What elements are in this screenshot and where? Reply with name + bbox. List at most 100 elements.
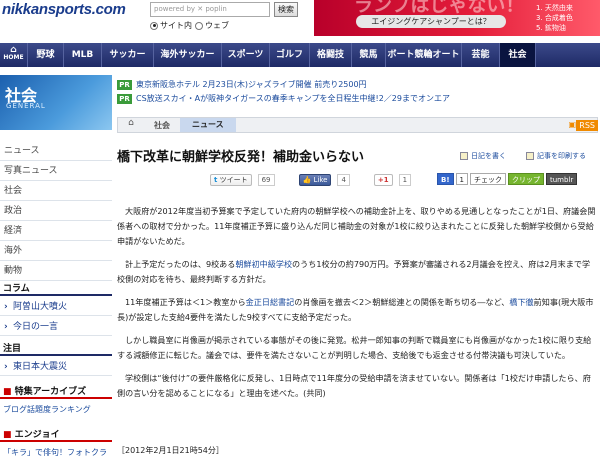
rss-button[interactable]: RSS xyxy=(576,120,598,131)
rss-icon[interactable]: ▣ xyxy=(568,120,576,129)
article-dateline: ［2012年2月1日21時54分］ xyxy=(117,446,224,455)
sidebar-link-asoyama[interactable]: 阿曽山大噴火 xyxy=(0,298,112,316)
breadcrumb-current: ニュース xyxy=(180,118,236,132)
plusone-count: 1 xyxy=(398,174,412,186)
sidebar-link-earthquake[interactable]: 東日本大震災 xyxy=(0,358,112,376)
plusone-button[interactable]: +1 xyxy=(373,174,393,186)
like-label: Like xyxy=(313,176,328,184)
radio-site-label: サイト内 xyxy=(160,21,192,30)
diary-icon xyxy=(460,152,468,160)
twitter-icon: t xyxy=(214,176,218,184)
home-icon[interactable]: ⌂ xyxy=(118,118,144,132)
pr-badge: PR xyxy=(117,79,132,90)
print-article-link[interactable]: 記事を印刷する xyxy=(526,151,586,161)
sidebar-enjoy-label: エンジョイ xyxy=(14,430,60,440)
sidebar-enjoy-header: ■ エンジョイ xyxy=(0,428,112,442)
section-header: 社会 GENERAL xyxy=(0,75,112,130)
section-subtitle: GENERAL xyxy=(6,102,46,110)
hatena-bookmark-button[interactable]: B! xyxy=(437,173,454,185)
sidebar-item-animals[interactable]: 動物 xyxy=(0,261,112,281)
sidebar-link-blog-ranking[interactable]: ブログ話題度ランキング xyxy=(3,404,91,415)
mixi-check-button[interactable]: チェック xyxy=(470,173,506,185)
nav-home[interactable]: ⌂ HOME xyxy=(0,43,28,67)
facebook-like-button[interactable]: 👍 Like xyxy=(298,174,332,186)
tweet-label: ツイート xyxy=(219,176,248,184)
nav-golf[interactable]: ゴルフ xyxy=(270,43,310,67)
ad-banner[interactable]: ランプはじゃない！ エイジングケアシャンプーとは？ 1. 天然由来 3. 合成着… xyxy=(314,0,600,36)
nav-fighting[interactable]: 格闘技 xyxy=(310,43,352,67)
radio-unchecked-icon xyxy=(195,21,203,30)
print-icon xyxy=(526,152,534,160)
pr-row: PR CS放送スカイ・Aが阪神タイガースの春季キャンプを全日程生中継!2／29まで… xyxy=(117,93,450,104)
bookmark-bar: B! 1 チェック クリップ tumblr xyxy=(437,173,578,185)
sidebar-item-photo-news[interactable]: 写真ニュース xyxy=(0,161,112,181)
sidebar-item-society[interactable]: 社会 xyxy=(0,181,112,201)
text-span: の肖像画を撤去＜2＞朝鮮総連との関係を断ち切る―など、 xyxy=(294,297,510,307)
write-diary-label: 日記を書く xyxy=(471,152,506,160)
banner-list-item: 5. 鉱物油 xyxy=(536,24,566,32)
nav-entertainment[interactable]: 芸能 xyxy=(462,43,500,67)
link-kim-jong-il[interactable]: 金正日総書記 xyxy=(246,297,295,307)
search-button[interactable]: 検索 xyxy=(274,2,298,17)
sidebar-item-news[interactable]: ニュース xyxy=(0,141,112,161)
text-span: 11年度補正予算は＜1＞教室から xyxy=(125,297,246,307)
article-paragraph: 計上予定だったのは、9校ある朝鮮初中級学校のうち1校分の約790万円。予算案が審… xyxy=(117,257,598,287)
article-title: 橋下改革に朝鮮学校反発！補助金いらない xyxy=(117,150,365,165)
text-span: 計上予定だったのは、9校ある xyxy=(125,259,236,269)
main-nav: ⌂ HOME 野球 MLB サッカー 海外サッカー スポーツ ゴルフ 格闘技 競馬… xyxy=(0,43,600,67)
sidebar-item-overseas[interactable]: 海外 xyxy=(0,241,112,261)
article-paragraph: 大阪府が2012年度当初予算案で予定していた府内の朝鮮学校への補助金計上を、取り… xyxy=(117,206,596,246)
hatena-bookmark-count: 1 xyxy=(455,173,468,185)
nav-baseball[interactable]: 野球 xyxy=(28,43,64,67)
sidebar-archive-header: ■ 特集アーカイブズ xyxy=(0,385,112,399)
tweet-button[interactable]: t ツイート xyxy=(210,174,252,186)
breadcrumb: ⌂ 社会 ニュース xyxy=(117,117,598,133)
sidebar-item-politics[interactable]: 政治 xyxy=(0,201,112,221)
thumbs-up-icon: 👍 xyxy=(302,176,312,184)
banner-subtitle: エイジングケアシャンプーとは？ xyxy=(356,15,506,28)
nav-society[interactable]: 社会 xyxy=(500,43,536,67)
radio-web-label: ウェブ xyxy=(205,21,229,30)
sidebar-item-economy[interactable]: 経済 xyxy=(0,221,112,241)
nav-world-soccer[interactable]: 海外サッカー xyxy=(154,43,222,67)
sidebar-link-enjoy[interactable]: 「キラ」で俳句！フォトクラ xyxy=(3,447,107,457)
radio-web[interactable]: ウェブ xyxy=(195,20,229,31)
pr-link[interactable]: 東京新阪急ホテル 2月23日(木)ジャズライブ開催 前売り2500円 xyxy=(136,79,367,90)
article-paragraph: 学校側は“後付け”の要件厳格化に反発し、1日時点で11年度分の受給申請を済ませて… xyxy=(117,373,591,398)
nav-mlb[interactable]: MLB xyxy=(64,43,102,67)
sidebar-archive-label: 特集アーカイブズ xyxy=(14,387,87,397)
article-paragraph: 11年度補正予算は＜1＞教室から金正日総書記の肖像画を撤去＜2＞朝鮮総連との関係… xyxy=(117,295,598,325)
sidebar-column-header: コラム xyxy=(0,282,112,296)
nav-home-label: HOME xyxy=(3,54,24,61)
sidebar-attention-header: 注目 xyxy=(0,342,112,356)
bullet-icon: ■ xyxy=(3,430,12,440)
radio-checked-icon xyxy=(150,21,158,30)
link-hashimoto[interactable]: 橋下徹 xyxy=(509,297,533,307)
radio-site[interactable]: サイト内 xyxy=(150,20,192,31)
sidebar-link-today-word[interactable]: 今日の一言 xyxy=(0,318,112,336)
pr-link[interactable]: CS放送スカイ・Aが阪神タイガースの春季キャンプを全日程生中継!2／29までオン… xyxy=(136,93,450,104)
banner-list-item: 1. 天然由来 xyxy=(536,4,573,12)
nav-sports[interactable]: スポーツ xyxy=(222,43,270,67)
clip-button[interactable]: クリップ xyxy=(508,173,544,185)
article-paragraph: しかし職員室に肖像画が掲示されている事態がその後に発覚。松井一郎知事の判断で職員… xyxy=(117,335,592,360)
nav-boat-keirin-auto[interactable]: ボート競輪オート xyxy=(386,43,462,67)
nav-horse-racing[interactable]: 競馬 xyxy=(352,43,386,67)
search-input[interactable]: powered by ✕ poplin xyxy=(150,2,270,17)
tumblr-button[interactable]: tumblr xyxy=(546,173,578,185)
pr-badge: PR xyxy=(117,93,132,104)
print-article-label: 記事を印刷する xyxy=(537,152,586,160)
share-bar: t ツイート 69 👍 Like 4 +1 1 xyxy=(210,173,412,187)
bullet-icon: ■ xyxy=(3,387,12,397)
banner-list-item: 3. 合成着色 xyxy=(536,14,573,22)
site-logo[interactable]: nikkansports.com xyxy=(2,1,126,18)
home-icon: ⌂ xyxy=(10,45,17,55)
write-diary-link[interactable]: 日記を書く xyxy=(460,151,506,161)
nav-soccer[interactable]: サッカー xyxy=(102,43,154,67)
banner-list: 1. 天然由来 3. 合成着色 5. 鉱物油 xyxy=(536,3,573,33)
tweet-count: 69 xyxy=(257,174,275,186)
breadcrumb-society[interactable]: 社会 xyxy=(144,120,180,131)
link-korean-school[interactable]: 朝鮮初中級学校 xyxy=(235,259,292,269)
like-count: 4 xyxy=(337,174,350,186)
pr-row: PR 東京新阪急ホテル 2月23日(木)ジャズライブ開催 前売り2500円 xyxy=(117,79,367,90)
